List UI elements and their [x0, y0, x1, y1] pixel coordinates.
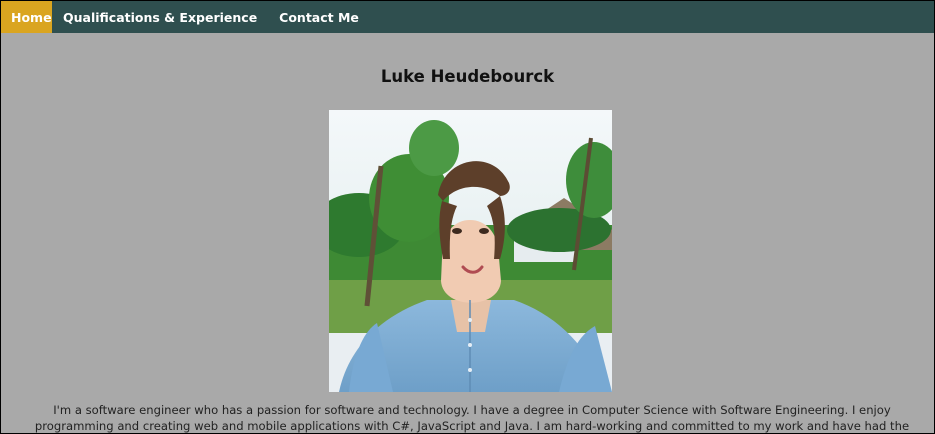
nav-home-label: Home	[11, 9, 52, 25]
nav-home[interactable]: Home	[1, 1, 52, 33]
profile-photo	[329, 110, 612, 392]
profile-photo-illustration	[329, 110, 612, 392]
nav-contact-label: Contact Me	[279, 9, 359, 25]
bio-paragraph: I'm a software engineer who has a passio…	[34, 403, 910, 433]
nav-qualifications-label: Qualifications & Experience	[63, 9, 258, 25]
top-navbar: Home Qualifications & Experience Contact…	[1, 1, 934, 33]
browser-page: Home Qualifications & Experience Contact…	[0, 0, 935, 434]
nav-qualifications-experience[interactable]: Qualifications & Experience	[52, 1, 268, 33]
nav-contact-me[interactable]: Contact Me	[268, 1, 370, 33]
page-title: Luke Heudebourck	[380, 67, 555, 86]
